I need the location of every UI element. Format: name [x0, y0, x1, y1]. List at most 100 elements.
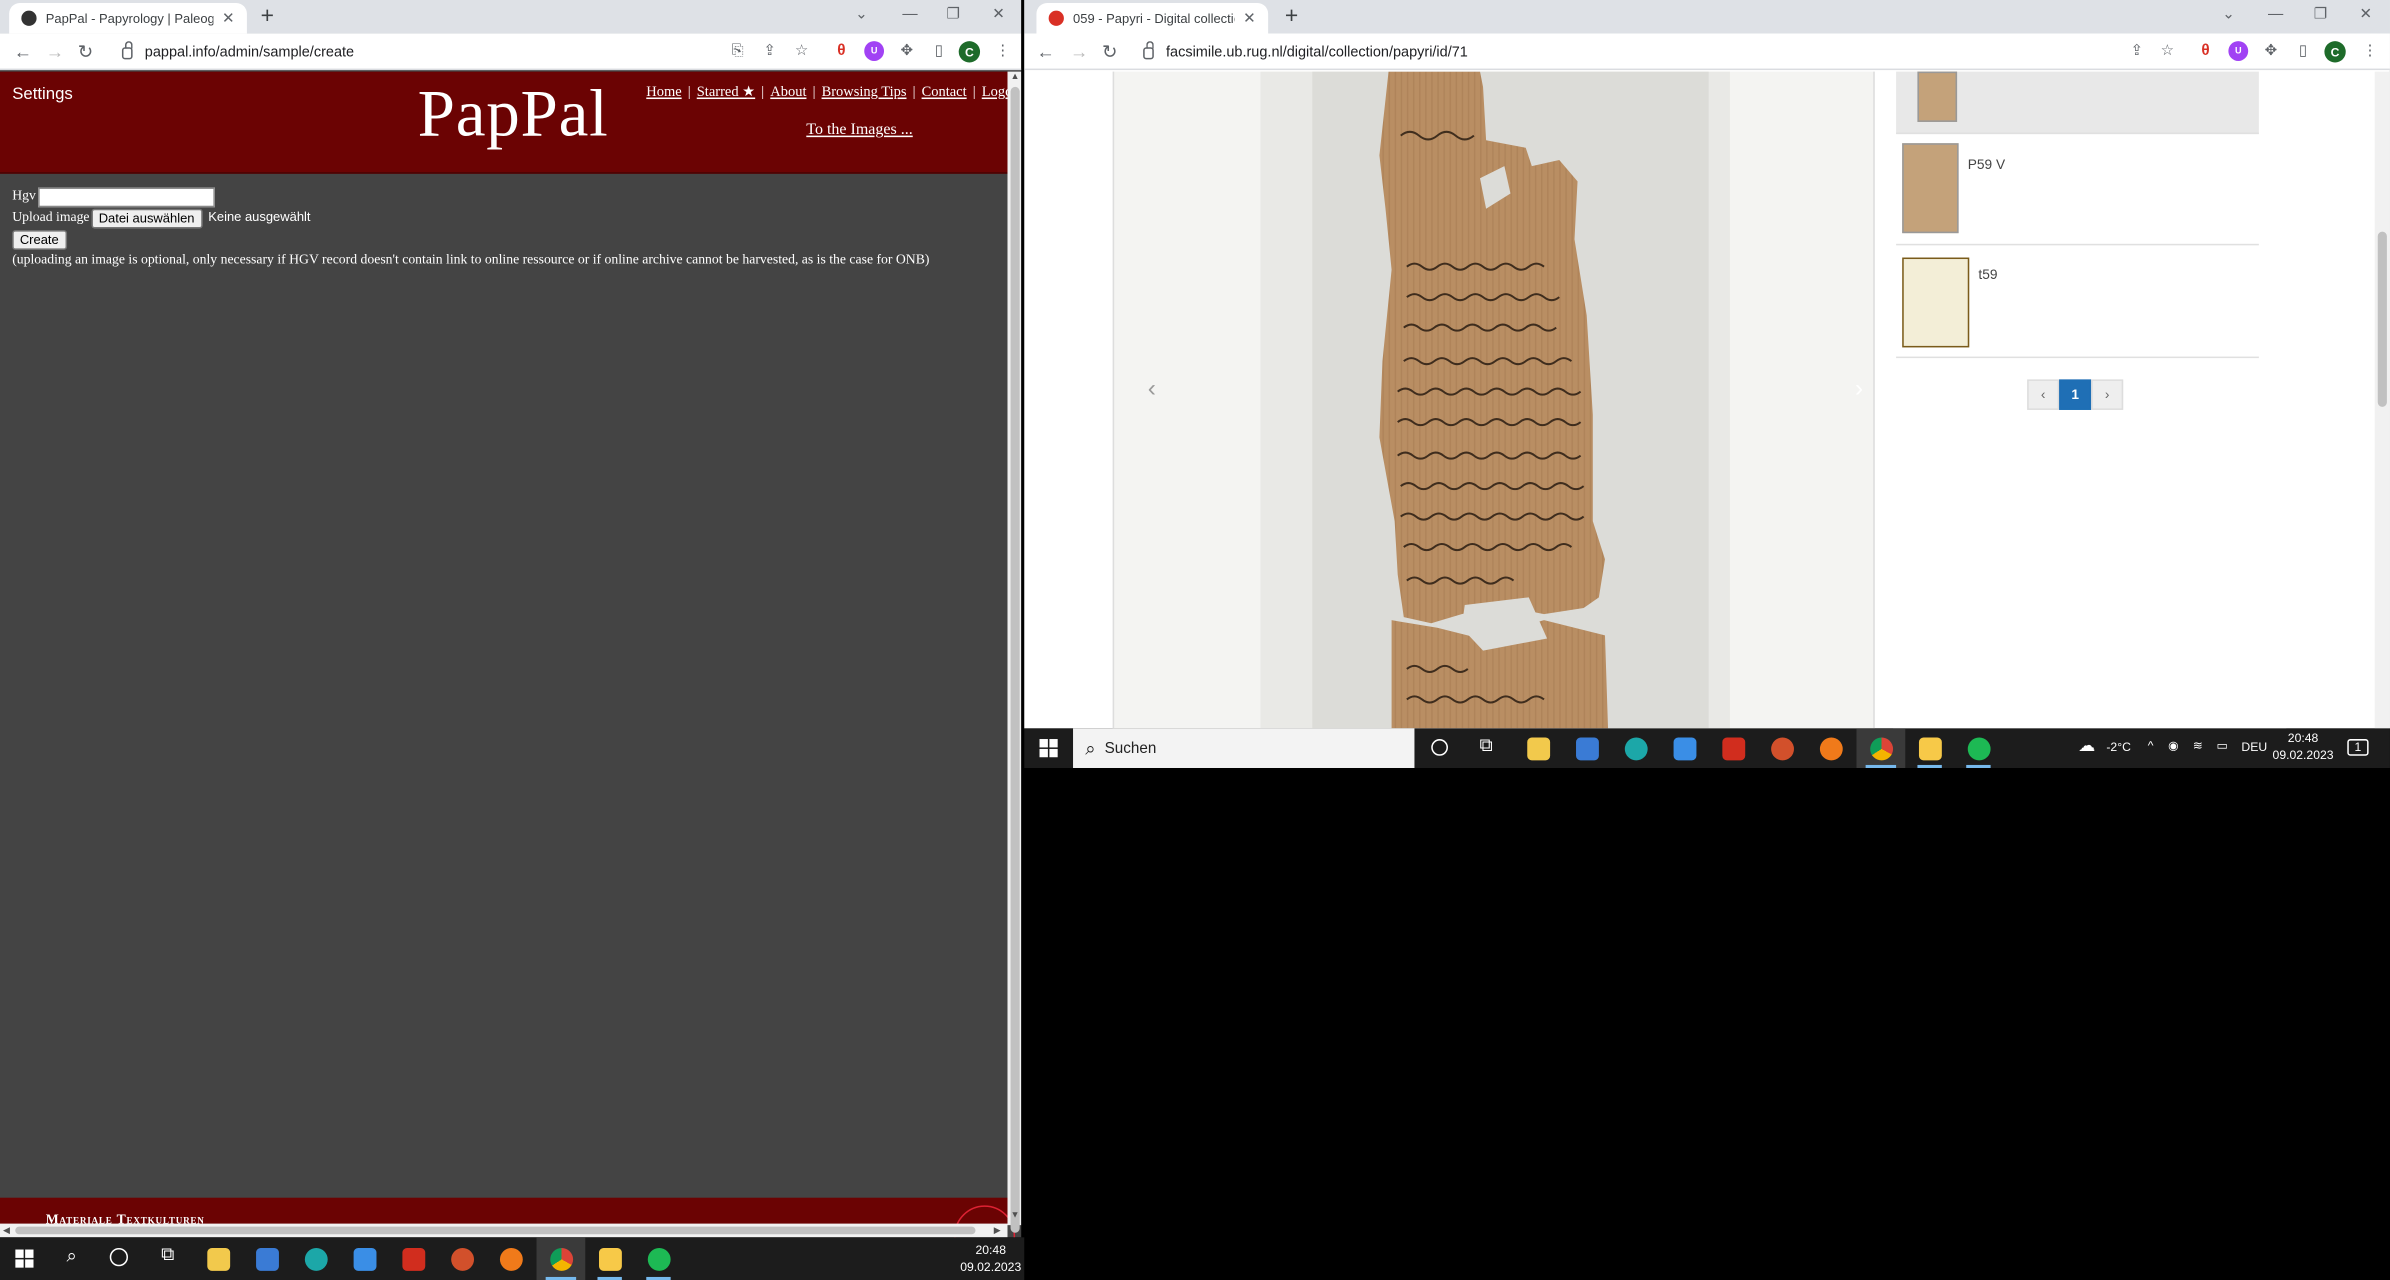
- close-window-icon[interactable]: ✕: [2359, 3, 2372, 27]
- horizontal-scrollbar[interactable]: ◀ ▶: [0, 1223, 1008, 1238]
- minimize-icon[interactable]: —: [902, 3, 917, 27]
- tray-app-icon[interactable]: ◉: [2164, 739, 2182, 754]
- reload-icon[interactable]: ↻: [1102, 38, 1117, 65]
- bookmark-star-icon[interactable]: ☆: [791, 40, 812, 64]
- powerpoint-icon[interactable]: [1771, 737, 1794, 761]
- close-tab-icon[interactable]: ✕: [222, 10, 235, 27]
- pappal-logo[interactable]: PapPal: [418, 75, 609, 153]
- tab-search-icon[interactable]: ⌄: [2222, 3, 2235, 27]
- battery-icon[interactable]: ▭: [2213, 739, 2231, 754]
- acrobat-icon[interactable]: [1722, 737, 1746, 761]
- search-icon[interactable]: ⌕: [61, 1246, 82, 1264]
- close-window-icon[interactable]: ✕: [992, 3, 1005, 27]
- powerpoint-icon[interactable]: [451, 1247, 475, 1271]
- acrobat-icon[interactable]: [402, 1247, 426, 1271]
- reload-icon[interactable]: ↻: [78, 38, 93, 65]
- share-icon[interactable]: ⇪: [2126, 40, 2147, 64]
- scroll-left-icon[interactable]: ◀: [3, 1225, 10, 1236]
- minimize-icon[interactable]: —: [2268, 3, 2283, 27]
- address-bar[interactable]: facsimile.ub.rug.nl/digital/collection/p…: [1143, 38, 1783, 65]
- extension-purple-icon[interactable]: U: [2228, 41, 2249, 61]
- task-view-icon[interactable]: ⧉: [1475, 736, 1496, 754]
- bookmark-star-icon[interactable]: ☆: [2157, 40, 2178, 64]
- file-explorer-icon[interactable]: [207, 1247, 231, 1271]
- windows-start-icon[interactable]: [1039, 739, 1058, 758]
- tab-search-icon[interactable]: ⌄: [855, 3, 868, 27]
- scroll-thumb[interactable]: [1009, 86, 1019, 1233]
- new-tab-icon[interactable]: +: [261, 3, 274, 30]
- next-image-icon[interactable]: ›: [1855, 376, 1863, 403]
- new-tab-icon[interactable]: +: [1285, 3, 1298, 30]
- nav-about[interactable]: About: [770, 85, 806, 100]
- nav-starred[interactable]: Starred ★: [697, 85, 755, 100]
- thumb-label[interactable]: t59: [1978, 267, 1997, 282]
- side-panel-icon[interactable]: ▯: [2292, 40, 2313, 64]
- taskbar-search-box[interactable]: ⌕ Suchen: [1073, 728, 1415, 768]
- to-the-images-link[interactable]: To the Images ...: [806, 122, 912, 139]
- extensions-puzzle-icon[interactable]: ✥: [2260, 40, 2281, 64]
- extensions-puzzle-icon[interactable]: ✥: [896, 40, 917, 64]
- restore-icon[interactable]: ❐: [2314, 3, 2328, 27]
- create-button[interactable]: Create: [12, 229, 67, 250]
- nav-contact[interactable]: Contact: [922, 85, 967, 100]
- side-panel-icon[interactable]: ▯: [928, 40, 949, 64]
- nav-browsing-tips[interactable]: Browsing Tips: [822, 85, 907, 100]
- file-explorer-icon[interactable]: [1527, 737, 1551, 761]
- extension-purple-icon[interactable]: U: [864, 41, 885, 61]
- forward-icon[interactable]: →: [46, 38, 64, 65]
- mail-icon[interactable]: [1673, 737, 1697, 761]
- mail-icon[interactable]: [353, 1247, 377, 1271]
- edge-icon[interactable]: [304, 1247, 328, 1271]
- notes-icon[interactable]: [599, 1247, 622, 1271]
- store-icon[interactable]: [1576, 737, 1599, 761]
- address-bar[interactable]: pappal.info/admin/sample/create: [121, 38, 701, 65]
- tray-chevron-icon[interactable]: ^: [2143, 739, 2158, 754]
- pager-prev-icon[interactable]: ‹: [2027, 379, 2060, 410]
- thumbnail[interactable]: [1902, 143, 1959, 234]
- wifi-icon[interactable]: ≋: [2189, 739, 2207, 754]
- scroll-thumb[interactable]: [15, 1226, 976, 1235]
- scroll-down-icon[interactable]: ▼: [1011, 1211, 1020, 1220]
- spotify-icon[interactable]: [647, 1247, 671, 1271]
- spotify-icon[interactable]: [1967, 737, 1991, 761]
- vertical-scrollbar[interactable]: [2374, 71, 2390, 729]
- back-icon[interactable]: ←: [14, 38, 32, 65]
- thumb-label[interactable]: P59 V: [1968, 157, 2005, 172]
- extension-red-icon[interactable]: θ: [2195, 40, 2216, 64]
- cortana-icon[interactable]: [109, 1247, 129, 1267]
- weather-icon[interactable]: ☁: [2076, 738, 2097, 755]
- thumbnail[interactable]: [1902, 257, 1970, 348]
- thumb-row[interactable]: P59 V: [1896, 137, 2259, 246]
- chrome-icon[interactable]: [1870, 737, 1894, 761]
- restore-icon[interactable]: ❐: [947, 3, 961, 27]
- pager-next-icon[interactable]: ›: [2091, 379, 2124, 410]
- notes-icon[interactable]: [1918, 737, 1942, 761]
- clock-time[interactable]: 20:48: [2268, 731, 2338, 746]
- choose-file-button[interactable]: Datei auswählen: [91, 207, 203, 228]
- firefox-icon[interactable]: [499, 1247, 523, 1271]
- profile-avatar[interactable]: C: [2324, 41, 2346, 63]
- hgv-input[interactable]: [37, 186, 215, 207]
- previous-image-icon[interactable]: ‹: [1148, 376, 1156, 403]
- notification-center-icon[interactable]: 1: [2347, 739, 2369, 756]
- tab-papyri[interactable]: 059 - Papyri - Digital collections ✕: [1036, 3, 1269, 34]
- chrome-icon[interactable]: [550, 1247, 574, 1271]
- scroll-right-icon[interactable]: ▶: [994, 1225, 1001, 1236]
- clock-time[interactable]: 20:48: [957, 1243, 1024, 1258]
- windows-start-icon[interactable]: [15, 1249, 34, 1268]
- menu-dots-icon[interactable]: ⋮: [992, 40, 1013, 64]
- share-icon[interactable]: ⇪: [759, 40, 780, 64]
- menu-dots-icon[interactable]: ⋮: [2359, 40, 2380, 64]
- image-viewer[interactable]: ‹ ›: [1112, 71, 1875, 729]
- nav-home[interactable]: Home: [646, 85, 681, 100]
- vertical-scrollbar[interactable]: ▲ ▼: [1007, 71, 1022, 1233]
- settings-link[interactable]: Settings: [12, 85, 73, 103]
- task-view-icon[interactable]: ⧉: [157, 1245, 178, 1263]
- forward-icon[interactable]: →: [1070, 38, 1088, 65]
- cortana-icon[interactable]: [1431, 739, 1448, 756]
- close-tab-icon[interactable]: ✕: [1243, 10, 1256, 27]
- tab-pappal[interactable]: PapPal - Papyrology | Paleograph ✕: [9, 3, 247, 34]
- clock-date[interactable]: 09.02.2023: [2268, 748, 2338, 763]
- thumb-row[interactable]: t59: [1896, 248, 2259, 359]
- language-indicator[interactable]: DEU: [2238, 741, 2272, 756]
